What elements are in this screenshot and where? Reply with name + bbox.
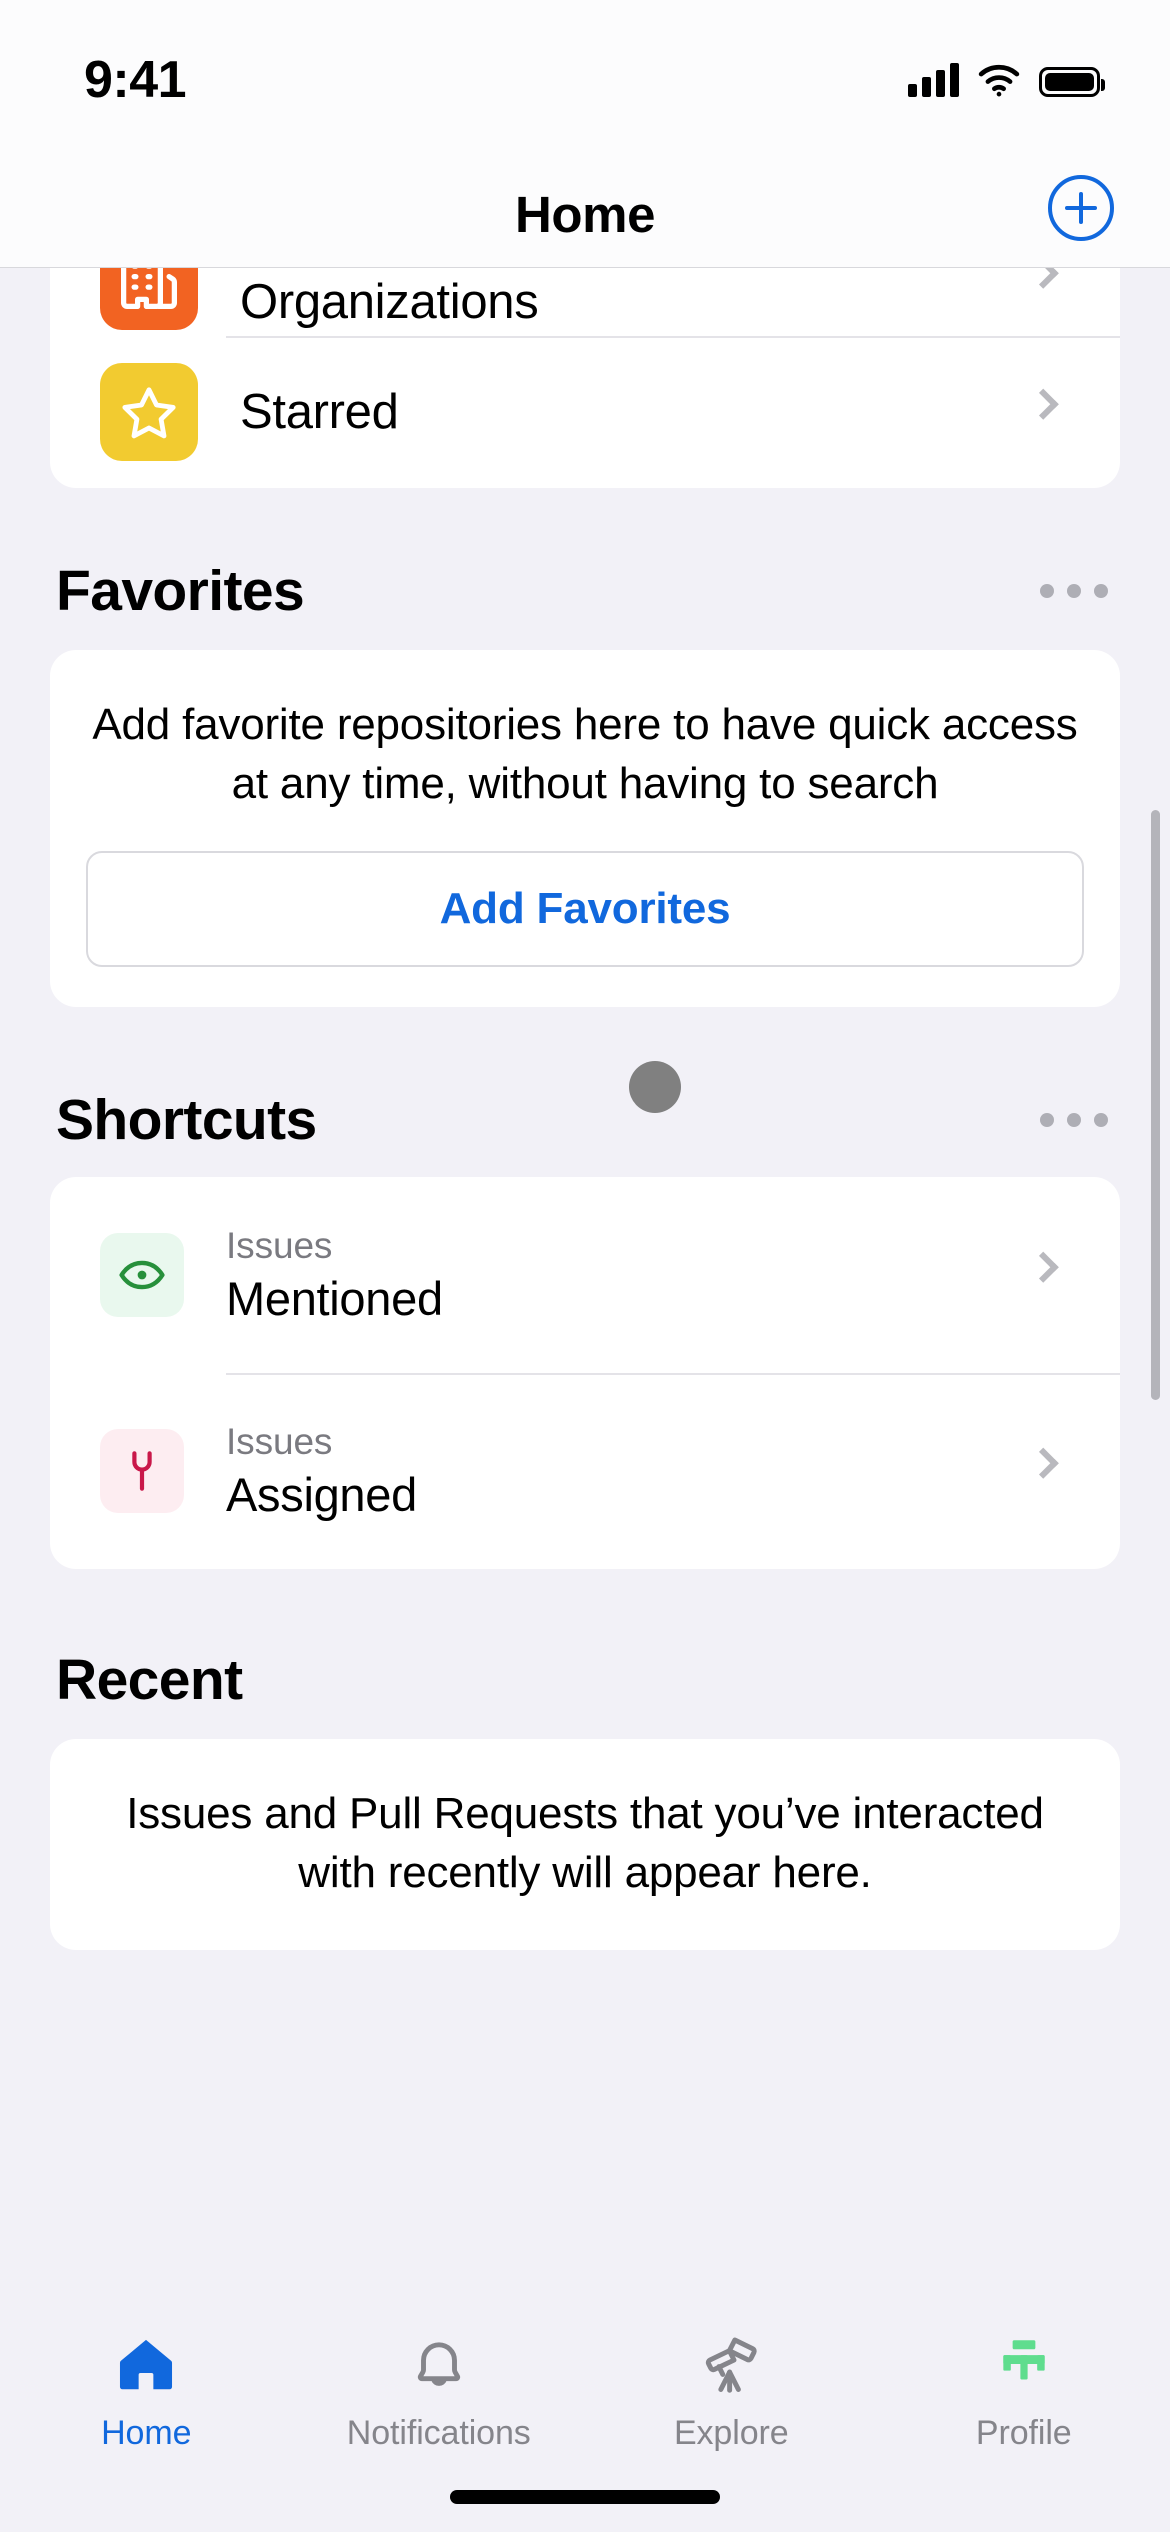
wifi-icon (978, 64, 1020, 97)
shortcut-subtitle: Issues (226, 1420, 333, 1462)
star-icon (100, 363, 198, 461)
favorites-section-header: Favorites (50, 558, 1120, 624)
home-indicator (450, 2490, 720, 2504)
section-title: Favorites (56, 559, 305, 623)
tab-home[interactable]: Home (0, 2292, 293, 2453)
profile-avatar-icon (993, 2330, 1055, 2400)
divider (226, 336, 1120, 338)
shortcuts-section-header: Shortcuts (50, 1087, 1120, 1153)
scrollbar[interactable] (1151, 810, 1160, 1400)
shortcut-text: Issues Mentioned (226, 1225, 443, 1326)
home-icon (114, 2330, 178, 2400)
scroll-content[interactable]: Organizations Starred Favorites Add favo… (0, 226, 1170, 2268)
shortcut-title: Mentioned (226, 1271, 443, 1325)
add-button[interactable] (1048, 175, 1114, 241)
tab-profile[interactable]: Profile (878, 2292, 1170, 2453)
list-item-label: Organizations (240, 275, 539, 329)
tab-notifications[interactable]: Notifications (293, 2292, 586, 2453)
tab-label: Home (101, 2414, 192, 2452)
favorites-card: Add favorite repositories here to have q… (50, 650, 1120, 1008)
recent-section-header: Recent (50, 1647, 1120, 1713)
battery-full-icon (1039, 67, 1105, 97)
tab-label: Profile (975, 2414, 1072, 2452)
wrench-icon (100, 1429, 184, 1514)
list-item-starred[interactable]: Starred (50, 336, 1120, 488)
list-item-label: Starred (240, 385, 399, 439)
shortcuts-card: Issues Mentioned Issues Assigned (50, 1177, 1120, 1570)
telescope-icon (698, 2330, 764, 2400)
shortcut-text: Issues Assigned (226, 1421, 417, 1522)
section-title: Recent (56, 1648, 243, 1713)
tab-label: Notifications (346, 2414, 531, 2452)
add-favorites-button[interactable]: Add Favorites (86, 851, 1084, 968)
shortcut-item-assigned[interactable]: Issues Assigned (50, 1373, 1120, 1569)
section-title: Shortcuts (56, 1088, 317, 1153)
divider (226, 1373, 1120, 1376)
recent-empty-text: Issues and Pull Requests that you’ve int… (126, 1789, 1044, 1897)
mouse-cursor (629, 1061, 681, 1113)
status-icons (908, 55, 1105, 97)
tab-explore[interactable]: Explore (585, 2292, 878, 2453)
tab-bar: Home Notifications Explore Profile (0, 2292, 1170, 2532)
ellipsis-icon[interactable] (1034, 564, 1114, 618)
chevron-right-icon (1027, 388, 1059, 420)
plus-horizontal (1065, 206, 1097, 210)
status-bar: 9:41 (0, 0, 1170, 162)
page-title: Home (514, 186, 656, 243)
favorites-empty-text: Add favorite repositories here to have q… (92, 700, 1078, 808)
shortcut-item-mentioned[interactable]: Issues Mentioned (50, 1177, 1120, 1373)
shortcut-subtitle: Issues (226, 1224, 333, 1266)
recent-card: Issues and Pull Requests that you’ve int… (50, 1739, 1120, 1951)
chevron-right-icon (1027, 1447, 1059, 1479)
chevron-right-icon (1027, 1251, 1059, 1283)
eye-icon (100, 1233, 184, 1318)
shortcut-title: Assigned (226, 1467, 417, 1521)
phone-screen: Organizations Starred Favorites Add favo… (0, 0, 1170, 2532)
tab-label: Explore (673, 2414, 789, 2452)
ellipsis-icon[interactable] (1034, 1093, 1114, 1147)
cellular-bars-icon (908, 63, 959, 97)
status-time: 9:41 (84, 51, 187, 109)
bell-icon (408, 2330, 470, 2400)
